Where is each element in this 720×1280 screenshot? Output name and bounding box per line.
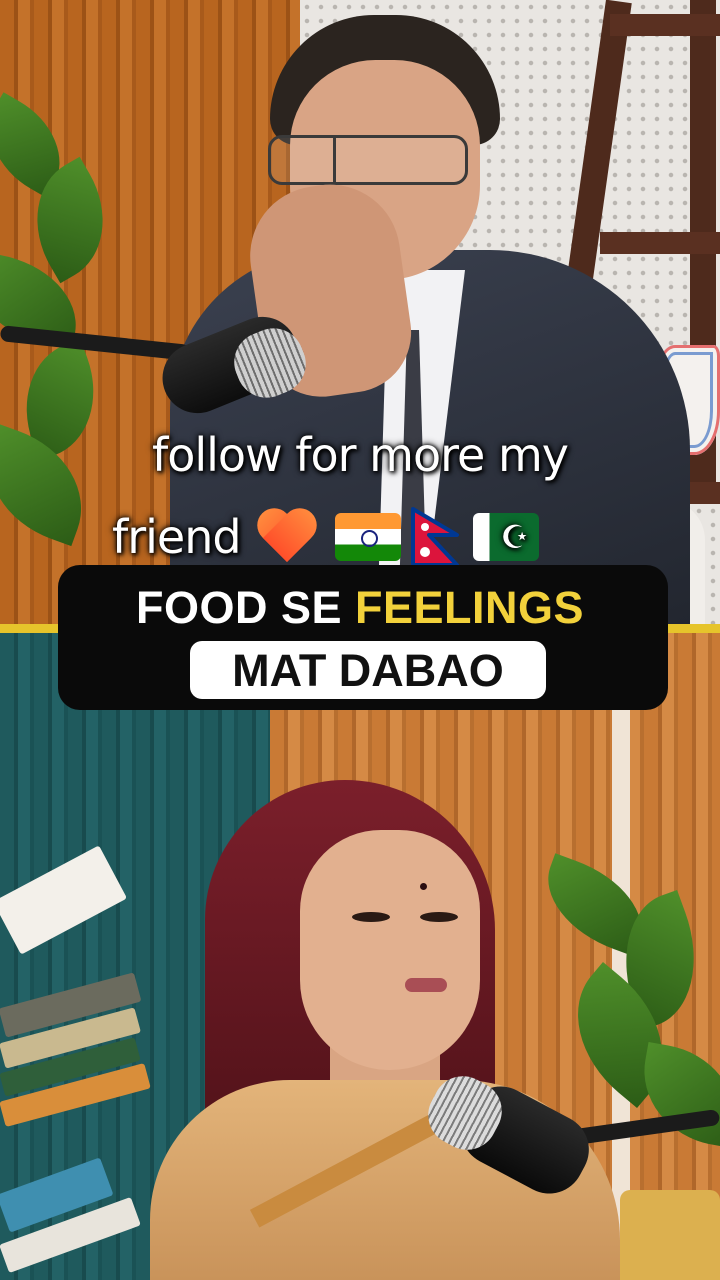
- pakistan-flag-icon: [472, 513, 539, 561]
- orange-heart-icon: [257, 510, 319, 564]
- caption-line-1: follow for more my: [152, 428, 569, 482]
- caption-line-2-text: friend: [112, 510, 242, 564]
- shelf-board: [600, 232, 720, 254]
- plant-pot: [620, 1190, 720, 1280]
- title-text: FOOD SE: [135, 582, 342, 633]
- right-eye: [420, 912, 458, 922]
- left-eye: [352, 912, 390, 922]
- glasses: [268, 135, 468, 185]
- bindi: [420, 883, 427, 890]
- lips: [405, 978, 447, 992]
- title-line-1: FOOD SE FEELINGS: [0, 582, 720, 634]
- bottom-video-frame: [0, 630, 720, 1280]
- shelf-board: [610, 14, 720, 36]
- woman-face: [300, 830, 480, 1070]
- title-line-2: MAT DABAO: [232, 645, 504, 696]
- india-flag-icon: [334, 513, 401, 561]
- nepal-flag-icon: [410, 507, 463, 567]
- title-highlight: FEELINGS: [355, 582, 585, 633]
- caption-line-2: friend: [112, 507, 539, 567]
